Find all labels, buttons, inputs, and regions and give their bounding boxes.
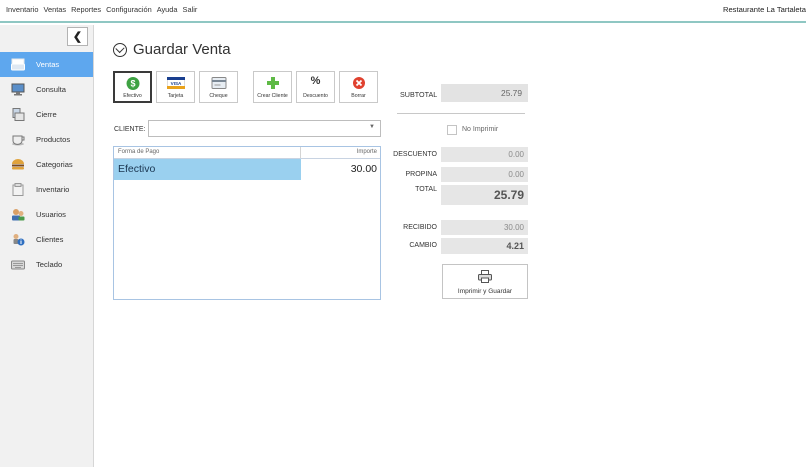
imprimir-guardar-button[interactable]: Imprimir y Guardar xyxy=(442,264,528,299)
payment-table: Forma de Pago Importe Efectivo 30.00 xyxy=(113,146,381,300)
sidebar-item-clientes[interactable]: Clientes xyxy=(0,227,93,252)
summary-divider xyxy=(397,113,525,114)
page-title: Guardar Venta xyxy=(133,41,231,58)
efectivo-button[interactable]: $ Efectivo xyxy=(113,71,152,103)
chevron-left-icon: ❮ xyxy=(72,31,83,43)
efectivo-label: Efectivo xyxy=(123,93,142,99)
cliente-label: CLIENTE: xyxy=(114,126,146,133)
chevron-down-icon: ▼ xyxy=(369,124,375,130)
cliente-select[interactable]: ▼ xyxy=(148,120,381,137)
menu-ayuda[interactable]: Ayuda xyxy=(157,5,178,14)
sidebar-item-label: Ventas xyxy=(36,60,60,69)
payment-amount-cell[interactable]: 30.00 xyxy=(301,159,380,180)
tarjeta-label: Tarjeta xyxy=(167,93,184,99)
percent-icon: % xyxy=(310,75,321,87)
sidebar-item-label: Consulta xyxy=(36,85,66,94)
cheque-button[interactable]: Cheque xyxy=(199,71,238,103)
sidebar-item-productos[interactable]: Productos xyxy=(0,127,93,152)
sidebar-item-label: Usuarios xyxy=(36,210,66,219)
no-imprimir-checkbox[interactable] xyxy=(447,125,457,135)
sidebar-item-cierre[interactable]: Cierre xyxy=(0,102,93,127)
page-header: Guardar Venta xyxy=(113,41,231,58)
print-button-label: Imprimir y Guardar xyxy=(457,288,513,295)
cash-icon: $ xyxy=(126,77,139,92)
client-info-icon xyxy=(11,233,25,246)
propina-value: 0.00 xyxy=(441,167,528,182)
svg-text:$: $ xyxy=(130,79,135,89)
sidebar-item-usuarios[interactable]: Usuarios xyxy=(0,202,93,227)
subtotal-label: SUBTOTAL xyxy=(400,90,438,99)
recibido-value[interactable]: 30.00 xyxy=(441,220,528,235)
sidebar-item-label: Productos xyxy=(36,135,71,144)
total-label: TOTAL xyxy=(415,186,437,193)
burger-icon xyxy=(11,158,25,171)
cheque-label: Cheque xyxy=(209,93,228,99)
sidebar-item-label: Cierre xyxy=(36,110,57,119)
sidebar-item-categorias[interactable]: Categorias xyxy=(0,152,93,177)
keyboard-icon xyxy=(11,258,25,271)
table-row[interactable]: Efectivo 30.00 xyxy=(114,159,380,180)
delete-icon xyxy=(352,77,365,91)
borrar-button[interactable]: Borrar xyxy=(339,71,378,103)
payment-table-header: Forma de Pago Importe xyxy=(114,147,380,159)
cambio-label: CAMBIO xyxy=(409,242,437,249)
sidebar-item-label: Categorias xyxy=(36,160,73,169)
visa-card-icon: VISA xyxy=(166,76,185,91)
descuento-button[interactable]: % Descuento xyxy=(296,71,335,103)
menu-inventario[interactable]: Inventario xyxy=(6,5,38,14)
restaurant-name: Restaurante La Tartaleta xyxy=(722,5,806,14)
descuento-value: 0.00 xyxy=(441,147,528,162)
menu-configuracion[interactable]: Configuración xyxy=(106,5,152,14)
printer-icon xyxy=(478,270,492,285)
sidebar-item-label: Inventario xyxy=(36,185,70,194)
users-icon xyxy=(11,208,25,221)
payment-method-cell[interactable]: Efectivo xyxy=(114,159,301,180)
menu-bar: Inventario Ventas Reportes Configuración… xyxy=(0,0,806,23)
crear-cliente-button[interactable]: Crear Cliente xyxy=(253,71,292,103)
coffee-cup-icon xyxy=(11,133,25,146)
column-header-importe[interactable]: Importe xyxy=(301,147,380,158)
recibido-label: RECIBIDO xyxy=(403,224,437,231)
collapse-sidebar-button[interactable]: ❮ xyxy=(67,27,88,46)
sidebar-item-consulta[interactable]: Consulta xyxy=(0,77,93,102)
total-value: 25.79 xyxy=(441,185,528,205)
sidebar-item-inventario[interactable]: Inventario xyxy=(0,177,93,202)
menu-items: Inventario Ventas Reportes Configuración… xyxy=(6,5,197,14)
descuento-label: DESCUENTO xyxy=(393,151,437,158)
borrar-label: Borrar xyxy=(351,93,366,99)
column-header-forma[interactable]: Forma de Pago xyxy=(114,147,301,158)
menu-reportes[interactable]: Reportes xyxy=(71,5,101,14)
menu-salir[interactable]: Salir xyxy=(183,5,198,14)
cash-register-icon xyxy=(11,58,25,71)
menu-ventas[interactable]: Ventas xyxy=(43,5,66,14)
add-icon xyxy=(266,77,279,91)
sidebar-nav: Ventas Consulta Cierre Productos Categor… xyxy=(0,52,93,277)
refresh-icon xyxy=(113,42,127,57)
sidebar-item-label: Clientes xyxy=(36,235,64,244)
cambio-value: 4.21 xyxy=(441,238,528,254)
cheque-icon xyxy=(211,77,226,91)
descuento-label: Descuento xyxy=(303,93,328,99)
register-close-icon xyxy=(11,108,25,121)
sidebar-item-teclado[interactable]: Teclado xyxy=(0,252,93,277)
subtotal-value: 25.79 xyxy=(441,84,528,102)
tarjeta-button[interactable]: VISA Tarjeta xyxy=(156,71,195,103)
propina-label: PROPINA xyxy=(405,171,437,178)
box-icon xyxy=(11,183,25,196)
sidebar: ❮ Ventas Consulta Cierre Productos Categ… xyxy=(0,25,94,467)
no-imprimir-label: No Imprimir xyxy=(462,126,499,133)
visa-text: VISA xyxy=(170,81,181,86)
monitor-icon xyxy=(11,83,25,96)
crear-cliente-label: Crear Cliente xyxy=(257,93,288,99)
sidebar-item-ventas[interactable]: Ventas xyxy=(0,52,93,77)
sidebar-item-label: Teclado xyxy=(36,260,63,269)
